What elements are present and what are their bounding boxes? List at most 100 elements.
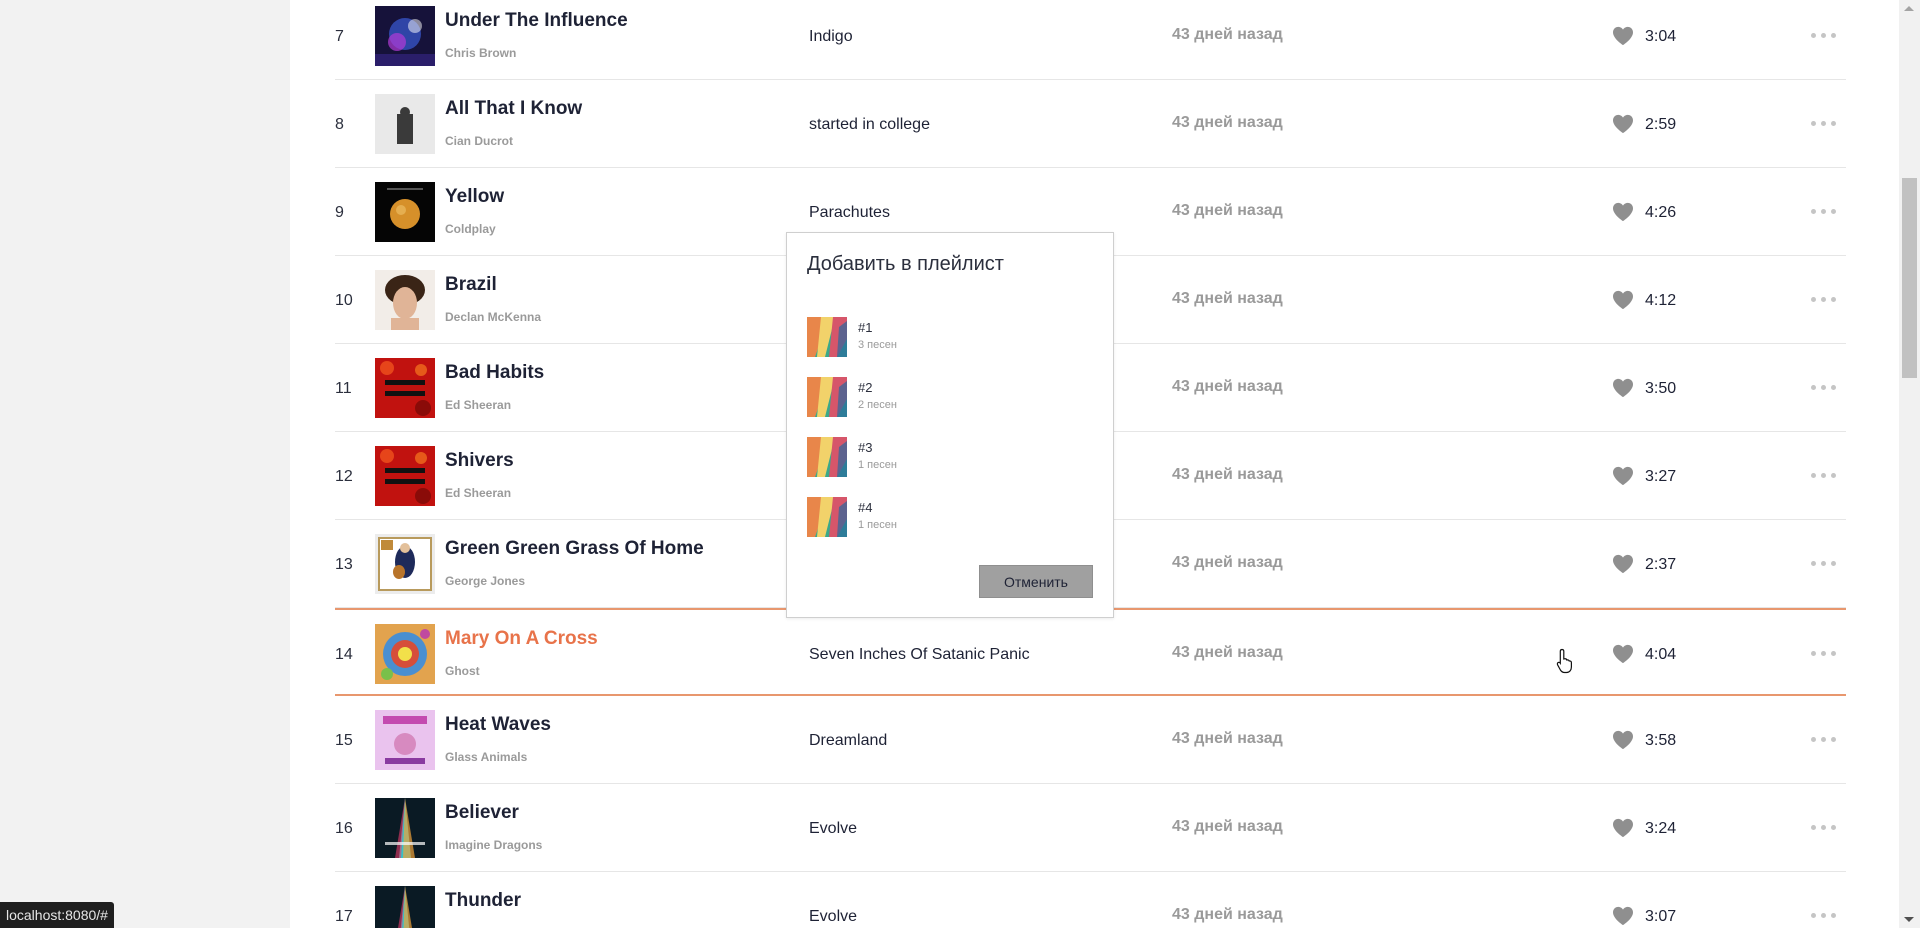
playlist-name: #4 xyxy=(858,500,873,515)
playlist-song-count: 2 песен xyxy=(858,399,897,411)
track-duration: 3:50 xyxy=(1645,380,1677,397)
track-row[interactable]: 8 All That I Know Cian Ducrot started in co… xyxy=(335,80,1846,168)
track-duration: 3:04 xyxy=(1645,28,1677,45)
track-artist[interactable]: Imagine Dragons xyxy=(445,838,542,852)
playlist-item[interactable]: #1 3 песен xyxy=(807,317,1087,357)
scroll-up-icon[interactable] xyxy=(1904,6,1914,11)
track-date-added: 43 дней назад xyxy=(1172,202,1283,219)
track-title[interactable]: Thunder xyxy=(445,890,521,912)
track-number: 8 xyxy=(335,116,344,133)
playlist-item[interactable]: #2 2 песен xyxy=(807,377,1087,417)
heart-icon[interactable] xyxy=(1612,730,1634,750)
track-date-added: 43 дней назад xyxy=(1172,554,1283,571)
track-number: 17 xyxy=(335,908,353,925)
track-number: 9 xyxy=(335,204,344,221)
track-duration: 4:12 xyxy=(1645,292,1677,309)
track-date-added: 43 дней назад xyxy=(1172,730,1283,747)
track-duration: 4:26 xyxy=(1645,204,1677,221)
playlist-item[interactable]: #3 1 песен xyxy=(807,437,1087,477)
album-cover xyxy=(375,182,435,242)
track-date-added: 43 дней назад xyxy=(1172,114,1283,131)
more-options-icon[interactable] xyxy=(1811,32,1837,40)
album-cover xyxy=(375,6,435,66)
track-artist[interactable]: Coldplay xyxy=(445,222,496,236)
track-album[interactable]: Evolve xyxy=(809,908,857,926)
track-album[interactable]: started in college xyxy=(809,116,930,134)
more-options-icon[interactable] xyxy=(1811,472,1837,480)
track-row[interactable]: 15 Heat Waves Glass Animals Dreamland 43 дне… xyxy=(335,696,1846,784)
track-title[interactable]: Believer xyxy=(445,802,519,824)
cancel-button[interactable]: Отменить xyxy=(979,565,1093,598)
track-album[interactable]: Dreamland xyxy=(809,732,887,750)
track-duration: 3:58 xyxy=(1645,732,1677,749)
track-title[interactable]: Heat Waves xyxy=(445,714,551,736)
playlist-name: #2 xyxy=(858,380,873,395)
track-artist[interactable]: Declan McKenna xyxy=(445,310,541,324)
track-artist[interactable]: Ed Sheeran xyxy=(445,486,511,500)
more-options-icon[interactable] xyxy=(1811,736,1837,744)
heart-icon[interactable] xyxy=(1612,26,1634,46)
track-title[interactable]: Yellow xyxy=(445,186,504,208)
track-row[interactable]: 7 Under The Influence Chris Brown Indigo 43 … xyxy=(335,0,1846,80)
album-cover xyxy=(375,446,435,506)
track-artist[interactable]: Chris Brown xyxy=(445,46,516,60)
track-title[interactable]: Green Green Grass Of Home xyxy=(445,538,704,560)
more-options-icon[interactable] xyxy=(1811,560,1837,568)
track-duration: 2:37 xyxy=(1645,556,1677,573)
track-row[interactable]: 14 Mary On A Cross Ghost Seven Inches Of Sa… xyxy=(335,608,1846,696)
track-row[interactable]: 16 Believer Imagine Dragons Evolve 43 дней н… xyxy=(335,784,1846,872)
scroll-down-icon[interactable] xyxy=(1904,917,1914,922)
heart-icon[interactable] xyxy=(1612,378,1634,398)
album-cover xyxy=(375,358,435,418)
heart-icon[interactable] xyxy=(1612,202,1634,222)
playlist-song-count: 1 песен xyxy=(858,459,897,471)
track-number: 16 xyxy=(335,820,353,837)
playlist-song-count: 1 песен xyxy=(858,519,897,531)
hand-cursor-icon xyxy=(1556,648,1572,674)
track-artist[interactable]: Glass Animals xyxy=(445,750,527,764)
track-title[interactable]: Bad Habits xyxy=(445,362,544,384)
track-album[interactable]: Evolve xyxy=(809,820,857,838)
scrollbar[interactable] xyxy=(1899,0,1920,928)
track-title[interactable]: All That I Know xyxy=(445,98,582,120)
heart-icon[interactable] xyxy=(1612,290,1634,310)
track-album[interactable]: Seven Inches Of Satanic Panic xyxy=(809,646,1030,664)
track-duration: 3:27 xyxy=(1645,468,1677,485)
track-title[interactable]: Brazil xyxy=(445,274,497,296)
heart-icon[interactable] xyxy=(1612,818,1634,838)
playlist-name: #1 xyxy=(858,320,873,335)
album-cover xyxy=(375,534,435,594)
track-artist[interactable]: Ghost xyxy=(445,664,480,678)
track-number: 11 xyxy=(335,380,352,397)
more-options-icon[interactable] xyxy=(1811,384,1837,392)
track-row[interactable]: 17 Thunder Evolve 43 дней назад 3:07 xyxy=(335,872,1846,928)
track-number: 7 xyxy=(335,28,344,45)
track-album[interactable]: Indigo xyxy=(809,28,853,46)
more-options-icon[interactable] xyxy=(1811,912,1837,920)
track-title[interactable]: Under The Influence xyxy=(445,10,628,32)
playlist-item[interactable]: #4 1 песен xyxy=(807,497,1087,537)
track-title[interactable]: Shivers xyxy=(445,450,514,472)
track-number: 15 xyxy=(335,732,353,749)
more-options-icon[interactable] xyxy=(1811,208,1837,216)
playlist-cover xyxy=(807,377,847,417)
more-options-icon[interactable] xyxy=(1811,650,1837,658)
heart-icon[interactable] xyxy=(1612,554,1634,574)
track-date-added: 43 дней назад xyxy=(1172,290,1283,307)
heart-icon[interactable] xyxy=(1612,644,1634,664)
heart-icon[interactable] xyxy=(1612,466,1634,486)
scroll-thumb[interactable] xyxy=(1902,178,1917,378)
track-artist[interactable]: Ed Sheeran xyxy=(445,398,511,412)
more-options-icon[interactable] xyxy=(1811,824,1837,832)
heart-icon[interactable] xyxy=(1612,906,1634,926)
add-to-playlist-dialog: Добавить в плейлист #1 3 песен #2 2 песен #3… xyxy=(786,232,1114,618)
track-artist[interactable]: George Jones xyxy=(445,574,525,588)
more-options-icon[interactable] xyxy=(1811,120,1837,128)
more-options-icon[interactable] xyxy=(1811,296,1837,304)
track-artist[interactable]: Cian Ducrot xyxy=(445,134,513,148)
status-bar-url: localhost:8080/# xyxy=(0,902,114,928)
track-album[interactable]: Parachutes xyxy=(809,204,890,222)
album-cover xyxy=(375,798,435,858)
track-title[interactable]: Mary On A Cross xyxy=(445,628,598,650)
heart-icon[interactable] xyxy=(1612,114,1634,134)
